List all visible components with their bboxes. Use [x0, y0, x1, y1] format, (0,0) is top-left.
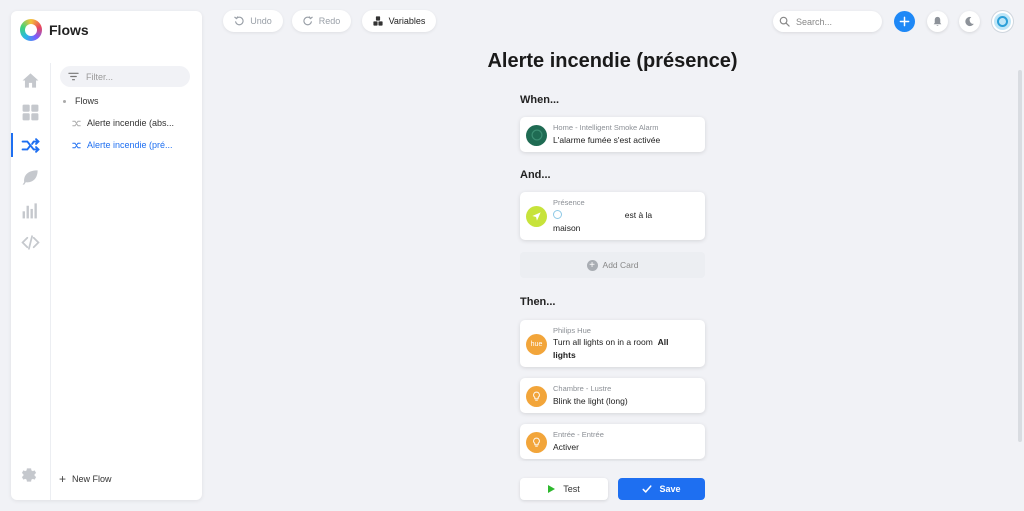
settings-icon[interactable] — [20, 466, 40, 486]
then-card[interactable]: Entrée - Entrée Activer — [520, 424, 705, 459]
flow-title: Alerte incendie (présence) — [487, 50, 738, 72]
plus-icon — [899, 16, 910, 27]
test-button[interactable]: Test — [520, 478, 608, 500]
active-indicator — [11, 133, 13, 157]
folder-label: Flows — [75, 96, 99, 106]
card-subtitle: Home - Intelligent Smoke Alarm — [553, 123, 659, 132]
flow-icon — [72, 142, 81, 148]
new-flow-button[interactable]: + New Flow — [59, 472, 112, 486]
save-button[interactable]: Save — [618, 478, 705, 500]
smoke-alarm-icon — [526, 124, 547, 146]
search-icon — [779, 16, 790, 27]
bell-icon — [933, 16, 942, 26]
hue-icon-label: hue — [530, 340, 543, 348]
flow-icon — [72, 120, 81, 126]
lightbulb-icon — [526, 385, 547, 407]
app-logo — [20, 19, 42, 41]
card-subtitle: Chambre - Lustre — [553, 384, 612, 393]
undo-label: Undo — [250, 16, 272, 26]
plus-circle-icon: + — [586, 259, 598, 271]
card-subtitle: Présence — [553, 198, 585, 207]
dashboard-icon[interactable] — [19, 101, 41, 123]
undo-icon — [234, 16, 244, 26]
undo-button[interactable]: Undo — [223, 10, 283, 32]
add-card-button[interactable]: + Add Card — [520, 252, 705, 278]
card-text: Activer — [553, 442, 579, 452]
flows-icon[interactable] — [19, 134, 41, 156]
card-text: est à la maison — [553, 209, 697, 235]
card-subtitle: Philips Hue — [553, 326, 591, 335]
card-text: L'alarme fumée s'est activée — [553, 135, 661, 145]
search-field[interactable] — [773, 11, 882, 32]
redo-button[interactable]: Redo — [292, 10, 351, 32]
save-label: Save — [659, 484, 681, 494]
card-text: Blink the light (long) — [553, 396, 628, 406]
location-arrow-icon — [526, 206, 547, 227]
filter-input[interactable] — [86, 71, 181, 82]
redo-icon — [303, 16, 313, 26]
card-subtitle: Entrée - Entrée — [553, 430, 604, 439]
card-text-after: est à la — [624, 210, 653, 220]
moon-icon — [965, 16, 974, 27]
check-icon — [642, 485, 652, 493]
add-card-label: Add Card — [602, 260, 639, 270]
folder-bullet-icon — [63, 99, 66, 103]
avatar[interactable] — [992, 11, 1013, 32]
variables-button[interactable]: Variables — [362, 10, 436, 32]
notifications-button[interactable] — [927, 11, 948, 32]
leaf-icon[interactable] — [19, 166, 41, 188]
footer-bar — [212, 461, 1012, 511]
and-heading: And... — [520, 169, 551, 181]
when-card[interactable]: Home - Intelligent Smoke Alarm L'alarme … — [520, 117, 705, 152]
then-heading: Then... — [520, 296, 556, 308]
variables-icon — [372, 16, 383, 26]
add-button[interactable] — [894, 11, 915, 32]
code-icon[interactable] — [19, 231, 41, 253]
scrollbar[interactable] — [1018, 70, 1022, 442]
app-title: Flows — [49, 22, 89, 38]
and-card[interactable]: Présence est à la maison — [520, 192, 705, 240]
folder-flows[interactable]: Flows — [63, 96, 99, 106]
new-flow-label: New Flow — [72, 474, 112, 484]
plus-icon: + — [59, 472, 67, 486]
play-icon — [548, 485, 556, 493]
tree-item-flow-2[interactable]: Alerte incendie (pré... — [72, 140, 173, 150]
nav-rail — [11, 63, 51, 500]
then-card[interactable]: Chambre - Lustre Blink the light (long) — [520, 378, 705, 413]
lightbulb-icon — [526, 431, 547, 453]
when-heading: When... — [520, 94, 560, 106]
card-text-line2: maison — [553, 223, 581, 233]
hue-icon: hue — [526, 333, 547, 355]
tree-item-flow-1[interactable]: Alerte incendie (abs... — [72, 118, 174, 128]
card-text: Turn all lights on in a room All lights — [553, 336, 681, 362]
user-token-icon — [553, 210, 562, 219]
tree-item-label: Alerte incendie (pré... — [87, 140, 173, 150]
search-input[interactable] — [796, 16, 876, 27]
sidebar-panel: Flows Flows Alerte incen — [11, 11, 202, 500]
test-label: Test — [563, 484, 580, 494]
insights-icon[interactable] — [19, 199, 41, 221]
redo-label: Redo — [318, 16, 341, 26]
card-text-main: Turn all lights on in a room — [553, 337, 653, 347]
variables-label: Variables — [388, 16, 426, 26]
theme-toggle-button[interactable] — [959, 11, 980, 32]
then-card[interactable]: hue Philips Hue Turn all lights on in a … — [520, 320, 705, 367]
tree-item-label: Alerte incendie (abs... — [87, 118, 175, 128]
